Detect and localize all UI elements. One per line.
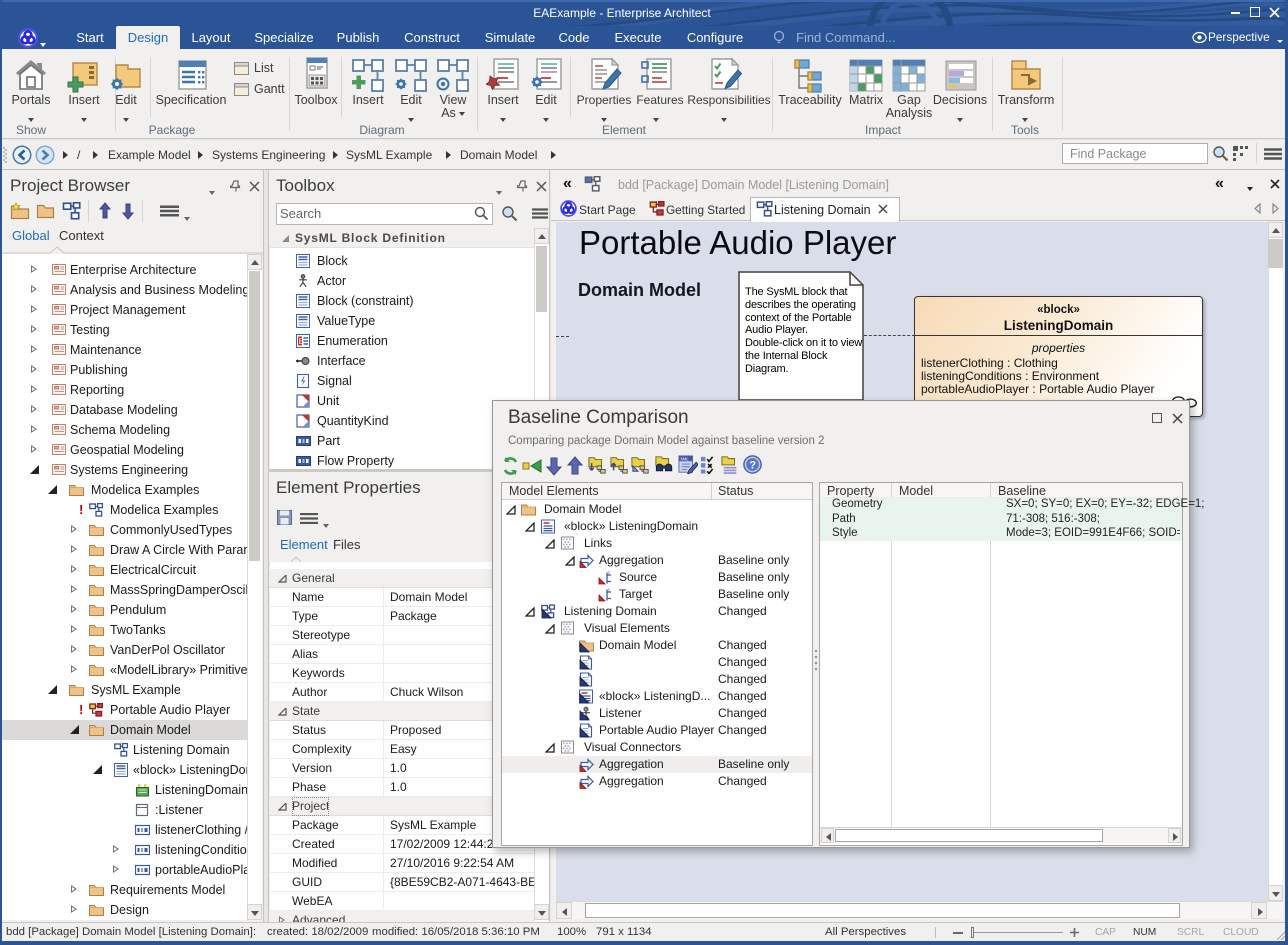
svg-text:?: ?	[749, 460, 756, 472]
svg-text:XML: XML	[680, 456, 689, 461]
